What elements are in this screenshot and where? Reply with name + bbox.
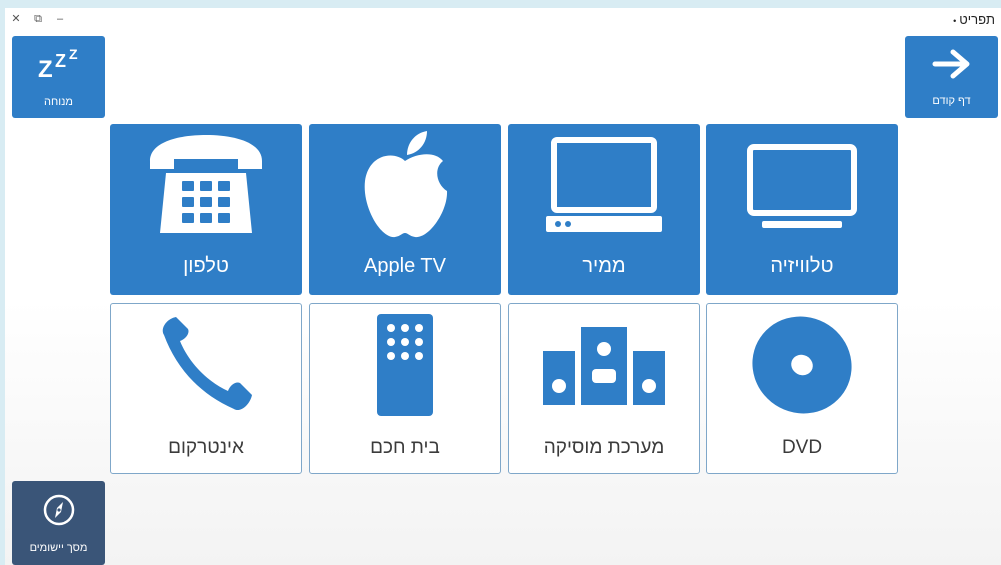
tile-intercom-label: אינטרקום [168,437,244,458]
compass-icon [42,493,76,532]
rest-button[interactable]: Z Z Z מנוחה [12,36,105,118]
apps-screen-label: מסך יישומים [29,541,88,554]
tile-converter-label: ממיר [582,255,626,277]
tv-icon [706,124,898,246]
tile-apple-tv[interactable]: Apple TV [309,124,501,295]
handset-icon [111,304,301,426]
tile-smart-home[interactable]: בית חכם [309,303,501,474]
tile-smart-home-label: בית חכם [370,437,440,458]
set-top-box-icon [508,124,700,246]
window-title: תפריט• [953,12,995,27]
tile-intercom[interactable]: אינטרקום [110,303,302,474]
tile-dvd[interactable]: DVD [706,303,898,474]
restore-icon[interactable]: ⧉ [33,13,43,25]
window-controls: ✕ ⧉ – [11,13,65,25]
desk-phone-icon [110,124,302,246]
arrow-right-icon [931,48,973,85]
apple-icon [309,124,501,246]
previous-page-label: דף קודם [932,94,971,107]
svg-text:Z: Z [38,56,53,81]
title-bar: ✕ ⧉ – תפריט• [5,8,1001,30]
previous-page-button[interactable]: דף קודם [905,36,998,118]
zzz-icon: Z Z Z [36,46,82,86]
svg-text:Z: Z [55,51,66,71]
apps-screen-button[interactable]: מסך יישומים [12,481,105,565]
tile-converter[interactable]: ממיר [508,124,700,295]
tile-tv[interactable]: טלוויזיה [706,124,898,295]
close-icon[interactable]: ✕ [11,13,21,25]
tile-music-system-label: מערכת מוסיקה [543,437,665,458]
tile-tv-label: טלוויזיה [770,255,834,277]
window-title-text: תפריט [959,11,995,27]
tile-phone[interactable]: טלפון [110,124,302,295]
rest-label: מנוחה [44,95,73,108]
title-dot: • [953,15,957,26]
tile-dvd-label: DVD [781,437,823,458]
minimize-icon[interactable]: – [55,13,65,25]
tile-apple-tv-label: Apple TV [364,255,446,277]
tile-music-system[interactable]: מערכת מוסיקה [508,303,700,474]
disc-icon [707,304,897,426]
svg-text:Z: Z [69,47,78,62]
tile-phone-label: טלפון [183,255,229,277]
speakers-icon [509,304,699,426]
remote-icon [310,304,500,426]
